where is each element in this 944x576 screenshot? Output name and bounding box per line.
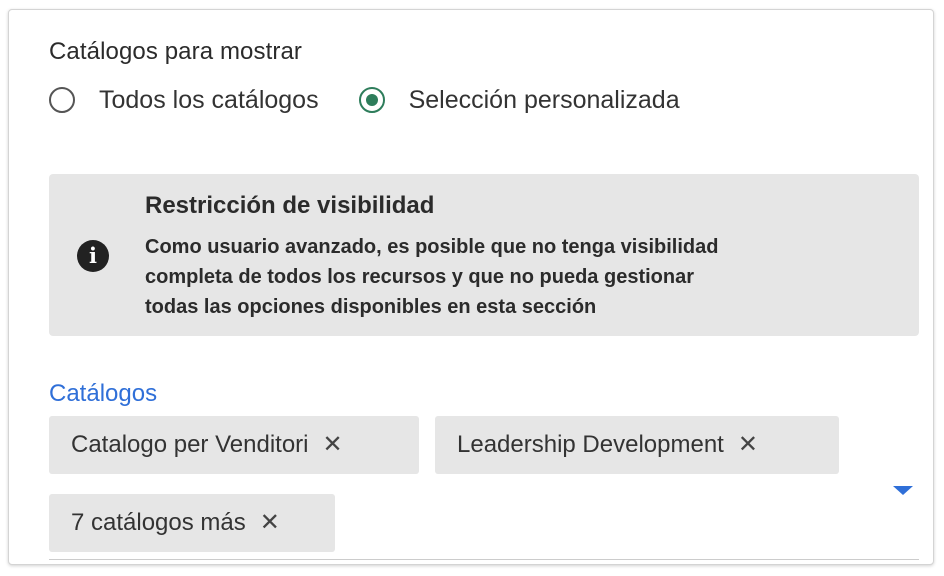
chip-label: Leadership Development bbox=[457, 431, 724, 458]
chip-label: Catalogo per Venditori bbox=[71, 431, 309, 458]
notice-title: Restricción de visibilidad bbox=[145, 192, 435, 219]
remove-chip-icon[interactable]: ✕ bbox=[738, 433, 758, 457]
visibility-restriction-notice: i Restricción de visibilidad Como usuari… bbox=[49, 174, 919, 336]
radio-unchecked-icon[interactable] bbox=[49, 87, 75, 113]
radio-label-custom-selection: Selección personalizada bbox=[408, 85, 680, 114]
notice-line: todas las opciones disponibles en esta s… bbox=[145, 296, 597, 318]
catalog-chip: Catalogo per Venditori ✕ bbox=[49, 416, 419, 474]
radio-label-all-catalogs: Todos los catálogos bbox=[99, 85, 319, 114]
catalogs-field-label: Catálogos bbox=[49, 380, 158, 407]
notice-body: Como usuario avanzado, es posible que no… bbox=[145, 232, 865, 322]
radio-all-catalogs[interactable]: Todos los catálogos bbox=[49, 86, 319, 115]
notice-line: Como usuario avanzado, es posible que no… bbox=[145, 236, 719, 258]
caret-down-icon[interactable] bbox=[893, 486, 913, 495]
radio-custom-selection[interactable]: Selección personalizada bbox=[358, 85, 680, 115]
notice-line: completa de todos los recursos y que no … bbox=[145, 266, 695, 288]
catalog-chip-more: 7 catálogos más ✕ bbox=[49, 494, 335, 552]
radio-checked-icon[interactable] bbox=[358, 87, 385, 113]
catalog-scope-radio-group: Todos los catálogos Selección personaliz… bbox=[49, 82, 680, 118]
catalog-settings-card: Catálogos para mostrar Todos los catálog… bbox=[8, 9, 934, 565]
remove-chip-icon[interactable]: ✕ bbox=[260, 511, 280, 535]
catalog-chip: Leadership Development ✕ bbox=[435, 416, 839, 474]
info-icon: i bbox=[77, 240, 109, 272]
chip-label: 7 catálogos más bbox=[71, 509, 246, 536]
field-underline bbox=[49, 559, 919, 560]
remove-chip-icon[interactable]: ✕ bbox=[323, 433, 343, 457]
section-title: Catálogos para mostrar bbox=[49, 38, 302, 65]
